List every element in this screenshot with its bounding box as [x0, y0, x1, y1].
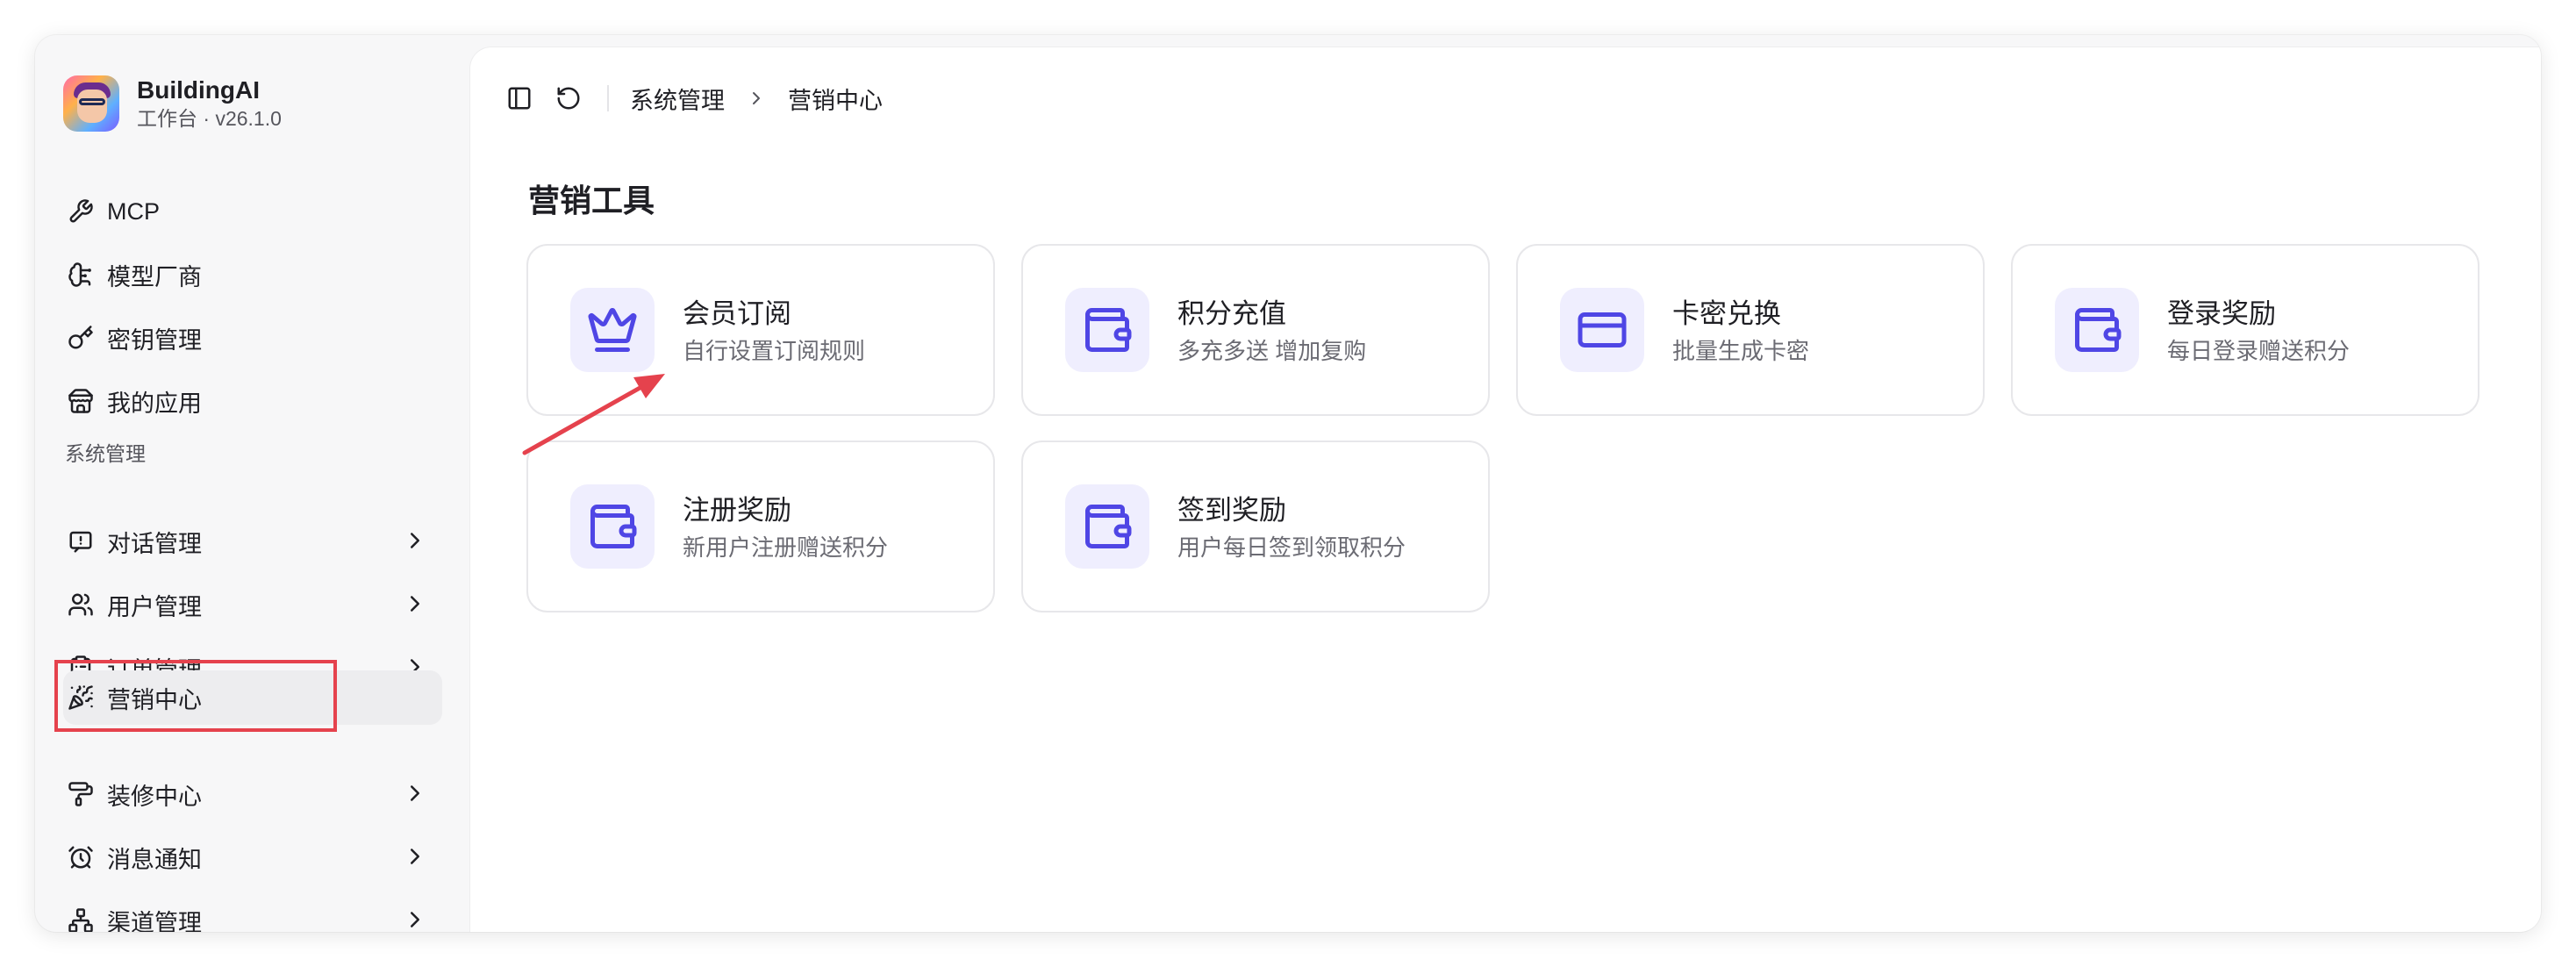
sidebar-item-decoration[interactable]: 装修中心 [63, 767, 442, 821]
brand-name: BuildingAI [137, 76, 260, 104]
chevron-right-icon [411, 533, 419, 548]
sidebar-item-label: 营销中心 [107, 686, 202, 713]
chevron-right-icon [411, 849, 419, 864]
sidebar-item-label: 装修中心 [107, 783, 202, 810]
card-points-recharge[interactable]: 积分充值 多充多送 增加复购 [1021, 244, 1490, 416]
sidebar-item-my-apps[interactable]: 我的应用 [63, 374, 442, 428]
sidebar-item-users[interactable]: 用户管理 [63, 577, 442, 632]
sidebar-item-label: 密钥管理 [107, 326, 202, 354]
card-membership[interactable]: 会员订阅 自行设置订阅规则 [526, 244, 995, 416]
breadcrumb-current: 营销中心 [788, 87, 883, 114]
topbar: 系统管理 营销中心 [502, 79, 883, 118]
sidebar-item-keys[interactable]: 密钥管理 [63, 311, 442, 365]
card-title: 积分充值 [1177, 298, 1286, 329]
sidebar-item-label: 我的应用 [107, 390, 202, 417]
paint-roller-icon [67, 780, 95, 808]
card-title: 卡密兑换 [1672, 298, 1781, 329]
brand-logo [63, 75, 119, 132]
card-desc: 每日登录赠送积分 [2167, 338, 2351, 364]
sidebar-item-notifications[interactable]: 消息通知 [63, 830, 442, 885]
crown-icon [570, 288, 655, 372]
sidebar-section-title: 系统管理 [65, 442, 146, 465]
wallet-icon [1065, 484, 1149, 569]
app-window: BuildingAI 工作台 · v26.1.0 MCP 模型厂商 密钥管理 我… [35, 35, 2541, 932]
alarm-clock-icon [67, 843, 95, 871]
breadcrumb-system[interactable]: 系统管理 [630, 82, 725, 116]
refresh-icon [557, 87, 580, 110]
sidebar-item-label: MCP [107, 197, 160, 225]
card-desc: 多充多送 增加复购 [1177, 338, 1367, 364]
sidebar-item-marketing[interactable]: 营销中心 [63, 670, 442, 725]
message-square-icon [67, 527, 95, 555]
sidebar-item-label: 渠道管理 [107, 909, 202, 933]
chevron-right-icon [753, 92, 760, 104]
sidebar-item-channels[interactable]: 渠道管理 [63, 893, 442, 932]
card-checkin-reward[interactable]: 签到奖励 用户每日签到领取积分 [1021, 441, 1490, 612]
party-popper-icon [67, 684, 95, 712]
sidebar-item-mcp[interactable]: MCP [63, 184, 442, 239]
brand-version: 工作台 · v26.1.0 [137, 107, 282, 130]
sidebar-item-label: 用户管理 [107, 593, 202, 620]
panel-left-icon [508, 87, 531, 110]
key-icon [67, 324, 95, 352]
sidebar-item-conversations[interactable]: 对话管理 [63, 514, 442, 569]
wallet-icon [2055, 288, 2139, 372]
card-desc: 用户每日签到领取积分 [1177, 534, 1406, 561]
chevron-right-icon [411, 596, 419, 612]
brand[interactable]: BuildingAI 工作台 · v26.1.0 [63, 74, 282, 133]
brain-icon [67, 261, 95, 289]
card-login-reward[interactable]: 登录奖励 每日登录赠送积分 [2011, 244, 2479, 416]
card-title: 会员订阅 [683, 298, 791, 329]
sidebar-item-label: 对话管理 [107, 530, 202, 557]
card-register-reward[interactable]: 注册奖励 新用户注册赠送积分 [526, 441, 995, 612]
wallet-icon [570, 484, 655, 569]
card-title: 签到奖励 [1177, 495, 1286, 526]
card-title: 登录奖励 [2167, 298, 2276, 329]
main-panel: 系统管理 营销中心 营销工具 会员订阅 自行设置订阅规则 积分充值 多充多送 增… [470, 47, 2541, 932]
sidebar: BuildingAI 工作台 · v26.1.0 MCP 模型厂商 密钥管理 我… [35, 35, 470, 932]
wallet-icon [1065, 288, 1149, 372]
card-redeem-code[interactable]: 卡密兑换 批量生成卡密 [1516, 244, 1985, 416]
toolbar-divider [607, 85, 609, 111]
chevron-right-icon [411, 785, 419, 801]
card-desc: 新用户注册赠送积分 [683, 534, 889, 561]
sidebar-item-label: 模型厂商 [107, 263, 202, 290]
wrench-icon [67, 197, 95, 226]
card-desc: 自行设置订阅规则 [683, 338, 866, 364]
users-icon [67, 591, 95, 619]
sidebar-item-model-vendors[interactable]: 模型厂商 [63, 247, 442, 302]
card-title: 注册奖励 [683, 495, 791, 526]
network-icon [67, 906, 95, 932]
chevron-right-icon [411, 912, 419, 928]
sidebar-item-label: 消息通知 [107, 846, 202, 873]
store-icon [67, 387, 95, 415]
page-title: 营销工具 [528, 183, 655, 218]
toggle-sidebar-button[interactable] [502, 81, 537, 116]
credit-card-icon [1560, 288, 1644, 372]
card-desc: 批量生成卡密 [1672, 338, 1810, 364]
refresh-button[interactable] [551, 81, 586, 116]
